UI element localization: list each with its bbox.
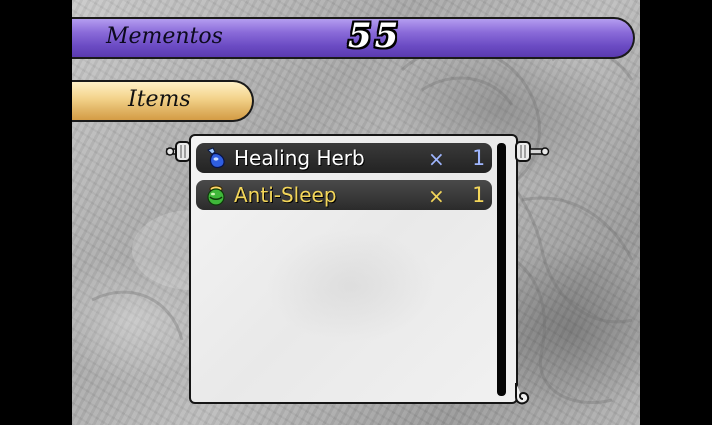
item-row-anti-sleep[interactable]: Anti-Sleep × 1 — [196, 180, 492, 210]
item-name: Anti-Sleep — [234, 183, 337, 207]
item-quantity: 1 — [472, 146, 485, 170]
scroll-curl-icon — [515, 383, 530, 405]
mementos-count: 55 — [348, 16, 402, 56]
items-category-tab[interactable]: Items — [72, 80, 254, 122]
multiply-sign: × — [428, 184, 445, 208]
item-row-healing-herb[interactable]: Healing Herb × 1 — [196, 143, 492, 173]
scroll-rod-left-icon — [165, 141, 191, 162]
item-name: Healing Herb — [234, 146, 365, 170]
scroll-rod-right-icon — [515, 141, 550, 162]
item-list-scrollbar[interactable] — [497, 143, 506, 396]
item-list-scroll — [189, 134, 518, 404]
green-potion-icon — [207, 185, 225, 206]
items-tab-label: Items — [128, 87, 191, 112]
mementos-bar: Mementos 55 — [72, 16, 635, 59]
multiply-sign: × — [428, 147, 445, 171]
mementos-label: Mementos — [106, 24, 223, 49]
blue-potion-icon — [207, 147, 225, 169]
game-screen: Mementos 55 Items Healing Herb × 1 Anti-… — [0, 0, 712, 425]
item-quantity: 1 — [472, 183, 485, 207]
